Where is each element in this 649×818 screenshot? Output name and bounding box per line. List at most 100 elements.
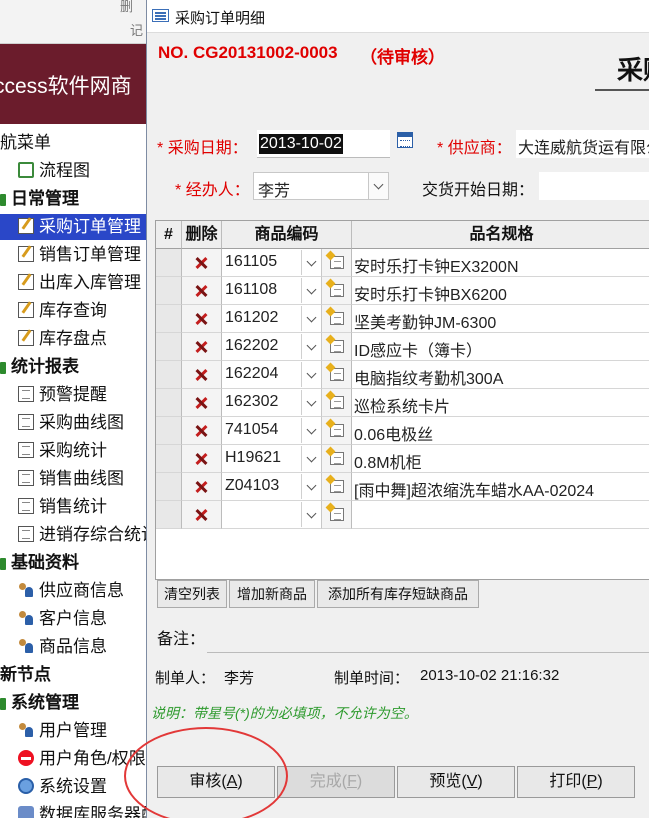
new-product-button[interactable] xyxy=(322,417,352,445)
product-name-cell[interactable]: 电脑指纹考勤机300A xyxy=(352,361,649,389)
add-shortage-products-button[interactable]: 添加所有库存短缺商品 xyxy=(317,580,479,608)
product-name-cell[interactable]: 坚美考勤钟JM-6300 xyxy=(352,305,649,333)
nav-item[interactable]: 流程图 xyxy=(0,158,150,184)
audit-button[interactable]: 审核(A) xyxy=(157,766,275,798)
delete-row-button[interactable] xyxy=(182,305,222,333)
delete-row-button[interactable] xyxy=(182,445,222,473)
product-code-combo[interactable]: 162204 xyxy=(222,361,322,389)
code-dropdown-button[interactable] xyxy=(301,502,321,527)
delete-row-button[interactable] xyxy=(182,249,222,277)
new-product-button[interactable] xyxy=(322,445,352,473)
code-dropdown-button[interactable] xyxy=(301,474,321,499)
row-selector[interactable] xyxy=(156,333,182,361)
row-selector[interactable] xyxy=(156,417,182,445)
nav-item[interactable]: 销售订单管理 xyxy=(0,242,150,268)
handler-combo[interactable]: 李芳 xyxy=(253,172,389,200)
code-dropdown-button[interactable] xyxy=(301,446,321,471)
nav-item[interactable]: 基础资料 xyxy=(0,550,150,576)
product-name-cell[interactable]: 0.06电极丝 xyxy=(352,417,649,445)
nav-item[interactable]: 库存盘点 xyxy=(0,326,150,352)
print-button[interactable]: 打印(P) xyxy=(517,766,635,798)
new-product-button[interactable] xyxy=(322,501,352,529)
row-selector[interactable] xyxy=(156,389,182,417)
nav-item[interactable]: 进销存综合统计 xyxy=(0,522,150,548)
product-code-combo[interactable] xyxy=(222,501,322,529)
new-product-button[interactable] xyxy=(322,305,352,333)
row-selector[interactable] xyxy=(156,445,182,473)
nav-item[interactable]: 供应商信息 xyxy=(0,578,150,604)
product-name-cell[interactable]: 安时乐打卡钟EX3200N xyxy=(352,249,649,277)
product-code-combo[interactable]: H19621 xyxy=(222,445,322,473)
nav-item[interactable]: 用户角色/权限 xyxy=(0,746,150,772)
new-product-button[interactable] xyxy=(322,333,352,361)
product-name-cell[interactable]: 0.8M机柜 xyxy=(352,445,649,473)
new-product-button[interactable] xyxy=(322,389,352,417)
code-dropdown-button[interactable] xyxy=(301,362,321,387)
nav-item[interactable]: 客户信息 xyxy=(0,606,150,632)
product-code-combo[interactable]: 162202 xyxy=(222,333,322,361)
code-dropdown-button[interactable] xyxy=(301,334,321,359)
nav-item[interactable]: 系统设置 xyxy=(0,774,150,800)
code-dropdown-button[interactable] xyxy=(301,278,321,303)
product-code-combo[interactable]: 161108 xyxy=(222,277,322,305)
nav-item[interactable]: 采购统计 xyxy=(0,438,150,464)
nav-item[interactable]: 销售曲线图 xyxy=(0,466,150,492)
nav-item[interactable]: 商品信息 xyxy=(0,634,150,660)
delete-row-button[interactable] xyxy=(182,473,222,501)
purchase-date-input[interactable]: 2013-10-02 xyxy=(257,130,390,158)
preview-button[interactable]: 预览(V) xyxy=(397,766,515,798)
new-product-button[interactable] xyxy=(322,277,352,305)
nav-item[interactable]: 航菜单 xyxy=(0,130,150,156)
new-product-button[interactable] xyxy=(322,473,352,501)
supplier-field[interactable]: 大连威航货运有限公司 xyxy=(516,130,649,158)
product-name-cell[interactable] xyxy=(352,501,649,529)
product-code-combo[interactable]: 162302 xyxy=(222,389,322,417)
clear-list-button[interactable]: 清空列表 xyxy=(157,580,227,608)
row-selector[interactable] xyxy=(156,361,182,389)
product-code-combo[interactable]: 161202 xyxy=(222,305,322,333)
report-icon xyxy=(18,498,34,514)
remark-input[interactable] xyxy=(207,652,649,653)
new-product-button[interactable] xyxy=(322,361,352,389)
product-code-combo[interactable]: 741054 xyxy=(222,417,322,445)
delivery-start-input[interactable] xyxy=(539,172,649,200)
nav-item[interactable]: 采购订单管理 xyxy=(0,214,150,240)
code-dropdown-button[interactable] xyxy=(301,418,321,443)
nav-item[interactable]: 统计报表 xyxy=(0,354,150,380)
nav-item[interactable]: 出库入库管理 xyxy=(0,270,150,296)
nav-item[interactable]: 新节点 xyxy=(0,662,150,688)
row-selector[interactable] xyxy=(156,249,182,277)
new-product-button[interactable] xyxy=(322,249,352,277)
product-name-cell[interactable]: ID感应卡（簿卡） xyxy=(352,333,649,361)
delete-row-button[interactable] xyxy=(182,361,222,389)
product-name-cell[interactable]: 安时乐打卡钟BX6200 xyxy=(352,277,649,305)
product-name-cell[interactable]: [雨中舞]超浓缩洗车蜡水AA-02024 xyxy=(352,473,649,501)
nav-item[interactable]: 用户管理 xyxy=(0,718,150,744)
delete-row-button[interactable] xyxy=(182,277,222,305)
nav-item[interactable]: 销售统计 xyxy=(0,494,150,520)
code-dropdown-button[interactable] xyxy=(301,390,321,415)
dialog-titlebar[interactable]: 采购订单明细 xyxy=(147,0,649,33)
row-selector[interactable] xyxy=(156,305,182,333)
nav-item[interactable]: 数据库服务器配置 xyxy=(0,802,150,818)
product-code-combo[interactable]: 161105 xyxy=(222,249,322,277)
delete-row-button[interactable] xyxy=(182,389,222,417)
add-product-button[interactable]: 增加新商品 xyxy=(229,580,315,608)
nav-item[interactable]: 系统管理 xyxy=(0,690,150,716)
handler-dropdown-button[interactable] xyxy=(368,173,388,199)
nav-item[interactable]: 预警提醒 xyxy=(0,382,150,408)
nav-item[interactable]: 日常管理 xyxy=(0,186,150,212)
nav-item[interactable]: 库存查询 xyxy=(0,298,150,324)
delete-row-button[interactable] xyxy=(182,333,222,361)
row-selector[interactable] xyxy=(156,473,182,501)
row-selector[interactable] xyxy=(156,501,182,529)
delete-row-button[interactable] xyxy=(182,417,222,445)
product-code-combo[interactable]: Z04103 xyxy=(222,473,322,501)
calendar-icon[interactable] xyxy=(397,132,413,148)
product-name-cell[interactable]: 巡检系统卡片 xyxy=(352,389,649,417)
delete-row-button[interactable] xyxy=(182,501,222,529)
code-dropdown-button[interactable] xyxy=(301,250,321,275)
row-selector[interactable] xyxy=(156,277,182,305)
code-dropdown-button[interactable] xyxy=(301,306,321,331)
nav-item[interactable]: 采购曲线图 xyxy=(0,410,150,436)
